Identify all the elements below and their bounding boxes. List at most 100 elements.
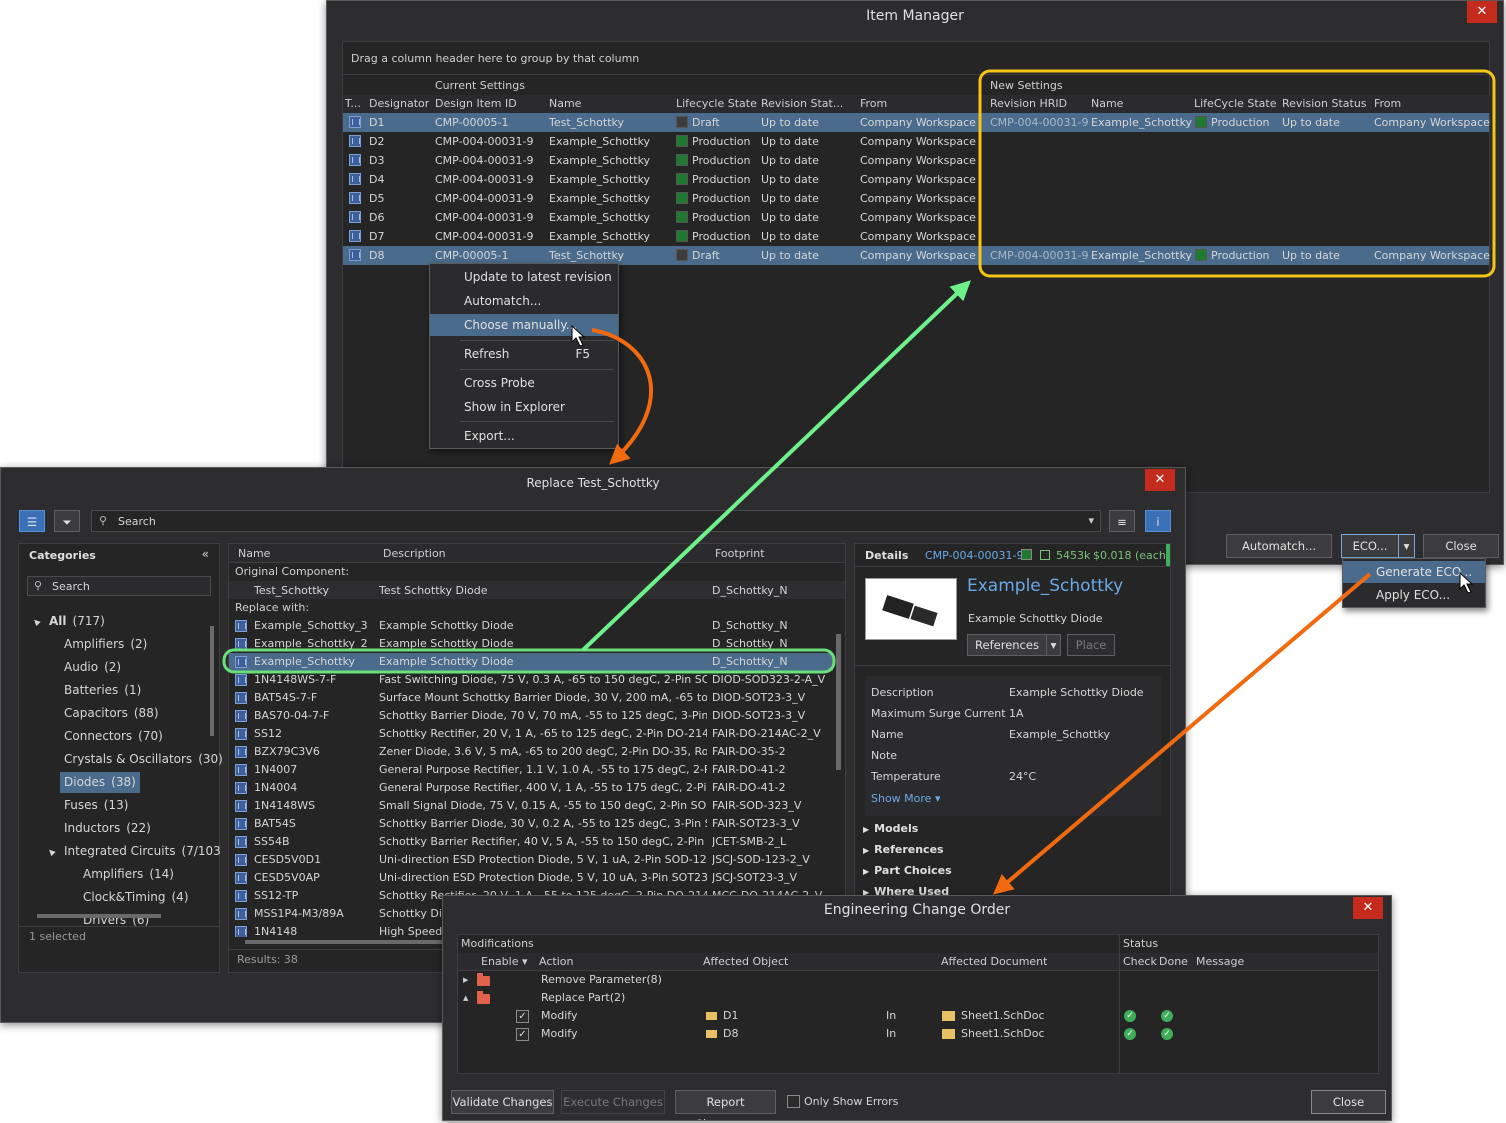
component-row[interactable]: D7 CMP-004-00031-9 Example_Schottky Product… (343, 227, 1489, 246)
eco-col-enable[interactable]: Enable ▾ (481, 953, 528, 971)
part-row[interactable]: BAS70-04-7-F Schottky Barrier Diode, 70 V… (229, 707, 833, 725)
details-section[interactable]: ▶ Models (863, 820, 918, 838)
list-view-icon[interactable]: ☰ (19, 510, 45, 532)
eco-col-document[interactable]: Affected Document (941, 953, 1047, 971)
component-row[interactable]: D2 CMP-004-00031-9 Example_Schottky Product… (343, 132, 1489, 151)
menu-lines-icon[interactable]: ≡ (1109, 510, 1135, 532)
category-item[interactable]: Connectors (70) (64, 726, 163, 747)
eco-col-action[interactable]: Action (539, 953, 573, 971)
enable-checkbox[interactable]: ✓ (516, 1028, 529, 1041)
category-item[interactable]: Clock&Timing (4) (83, 887, 189, 908)
component-row[interactable]: D3 CMP-004-00031-9 Example_Schottky Product… (343, 151, 1489, 170)
execute-changes-button[interactable]: Execute Changes (561, 1090, 665, 1114)
col-from[interactable]: From (860, 95, 887, 113)
col-designator[interactable]: Designator (369, 95, 429, 113)
part-row[interactable]: 1N4007 General Purpose Rectifier, 1.1 V, … (229, 761, 833, 779)
eco-button[interactable]: ECO... (1341, 534, 1399, 558)
part-row[interactable]: SS12 Schottky Rectifier, 20 V, 1 A, -65 t… (229, 725, 833, 743)
replace-close-icon[interactable]: ✕ (1145, 469, 1175, 491)
filter-icon[interactable]: ⏷ (54, 510, 80, 532)
category-item[interactable]: Fuses (13) (64, 795, 128, 816)
eco-change-row[interactable]: ✓ Modify D8 In Sheet1.SchDoc ✓ ✓ (458, 1025, 1378, 1043)
eco-group-row[interactable]: ▶ Remove Parameter(8) (458, 971, 1118, 989)
col-lifecycle[interactable]: Lifecycle State (676, 95, 757, 113)
part-row[interactable]: BZX79C3V6 Zener Diode, 3.6 V, 5 mA, -65 t… (229, 743, 833, 761)
part-row[interactable]: Example_Schottky_2 Example Schottky Diode… (229, 635, 833, 653)
newcol-revision-hrid[interactable]: Revision HRID (990, 95, 1067, 113)
category-item[interactable]: Capacitors (88) (64, 703, 159, 724)
context-menu-item[interactable]: Update to latest revision (430, 266, 618, 288)
list-col-name[interactable]: Name (238, 545, 270, 563)
info-icon[interactable]: i (1145, 510, 1171, 532)
part-row[interactable]: Example_Schottky Example Schottky Diode D_… (229, 653, 833, 671)
category-hscrollbar[interactable] (37, 914, 161, 918)
context-menu-item[interactable]: Automatch... (430, 290, 618, 312)
part-row[interactable]: CESD5V0D1 Uni-direction ESD Protection Di… (229, 851, 833, 869)
context-menu-item[interactable]: Choose manually... (430, 314, 618, 336)
details-section[interactable]: ▶ References (863, 841, 944, 859)
part-row[interactable]: BAT54S Schottky Barrier Diode, 30 V, 0.2 … (229, 815, 833, 833)
place-button[interactable]: Place (1067, 634, 1115, 656)
report-changes-button[interactable]: Report Changes... (675, 1090, 776, 1120)
search-dropdown-icon[interactable]: ▾ (1088, 514, 1094, 527)
list-col-footprint[interactable]: Footprint (715, 545, 765, 563)
component-row[interactable]: D4 CMP-004-00031-9 Example_Schottky Product… (343, 170, 1489, 189)
main-search-input[interactable]: ⚲ Search ▾ (91, 510, 1101, 532)
references-button[interactable]: References (967, 634, 1047, 656)
eco-col-message[interactable]: Message (1196, 953, 1244, 971)
list-col-description[interactable]: Description (383, 545, 446, 563)
context-menu-item[interactable]: Show in Explorer (430, 396, 618, 418)
part-row[interactable]: 1N4148WS-7-F Fast Switching Diode, 75 V, … (229, 671, 833, 689)
item-manager-close-icon[interactable]: ✕ (1467, 1, 1497, 23)
eco-col-done[interactable]: Done (1159, 953, 1188, 971)
validate-changes-button[interactable]: Validate Changes (451, 1090, 554, 1114)
show-more-link[interactable]: Show More ▾ (871, 790, 940, 808)
part-row[interactable]: 1N4148WS Small Signal Diode, 75 V, 0.15 A… (229, 797, 833, 815)
eco-close-button[interactable]: Close (1311, 1090, 1386, 1114)
category-item[interactable]: Crystals & Oscillators (30) (64, 749, 223, 770)
col-revision-status[interactable]: Revision Stat... (761, 95, 843, 113)
category-item[interactable]: Batteries (1) (64, 680, 141, 701)
eco-menu-apply[interactable]: Apply ECO... (1343, 584, 1485, 606)
eco-menu-generate[interactable]: Generate ECO... (1343, 561, 1485, 583)
category-item[interactable]: Audio (2) (64, 657, 121, 678)
category-item[interactable]: ▲ Integrated Circuits (7/103 (46, 841, 221, 862)
enable-checkbox[interactable]: ✓ (516, 1010, 529, 1023)
references-dropdown-icon[interactable]: ▾ (1046, 634, 1061, 656)
eco-group-row[interactable]: ▲ Replace Part(2) (458, 989, 1118, 1007)
automatch-button[interactable]: Automatch... (1226, 534, 1332, 558)
eco-dropdown-icon[interactable]: ▾ (1398, 534, 1415, 558)
component-row[interactable]: D1 CMP-00005-1 Test_Schottky Draft Up to dat… (343, 113, 1490, 132)
collapse-icon[interactable]: « (202, 547, 209, 561)
newcol-name[interactable]: Name (1091, 95, 1123, 113)
newcol-revision-status[interactable]: Revision Status (1282, 95, 1367, 113)
part-row[interactable]: CESD5V0AP Uni-direction ESD Protection Di… (229, 869, 833, 887)
group-expand-icon[interactable]: ▲ (463, 989, 468, 1007)
newcol-from[interactable]: From (1374, 95, 1401, 113)
category-item[interactable]: ▲ All (717) (31, 611, 105, 632)
only-show-errors-checkbox[interactable] (787, 1095, 800, 1108)
context-menu-item[interactable]: Cross Probe (430, 372, 618, 394)
details-section[interactable]: ▶ Part Choices (863, 862, 952, 880)
eco-col-check[interactable]: Check (1123, 953, 1157, 971)
part-row[interactable]: 1N4004 General Purpose Rectifier, 400 V, … (229, 779, 833, 797)
parts-scrollbar[interactable] (836, 634, 841, 770)
part-row[interactable]: BAT54S-7-F Surface Mount Schottky Barrier… (229, 689, 833, 707)
expand-icon[interactable]: ▲ (26, 612, 45, 631)
part-row[interactable]: SS54B Schottky Barrier Rectifier, 40 V, 5… (229, 833, 833, 851)
component-row[interactable]: D5 CMP-004-00031-9 Example_Schottky Product… (343, 189, 1489, 208)
context-menu-item[interactable]: Refresh F5 (430, 343, 618, 365)
col-design-item-id[interactable]: Design Item ID (435, 95, 517, 113)
part-row[interactable]: Example_Schottky_3 Example Schottky Diode… (229, 617, 833, 635)
col-name[interactable]: Name (549, 95, 581, 113)
component-row[interactable]: D6 CMP-004-00031-9 Example_Schottky Product… (343, 208, 1489, 227)
col-type[interactable]: T... (345, 95, 365, 113)
category-item[interactable]: Diodes (38) (60, 772, 140, 793)
newcol-lifecycle[interactable]: LifeCycle State (1194, 95, 1277, 113)
category-scrollbar[interactable] (210, 626, 214, 736)
item-manager-close-button[interactable]: Close (1423, 534, 1499, 558)
parts-hscrollbar[interactable] (245, 940, 455, 944)
eco-col-object[interactable]: Affected Object (703, 953, 788, 971)
context-menu-item[interactable]: Export... (430, 425, 618, 447)
category-item[interactable]: Inductors (22) (64, 818, 151, 839)
